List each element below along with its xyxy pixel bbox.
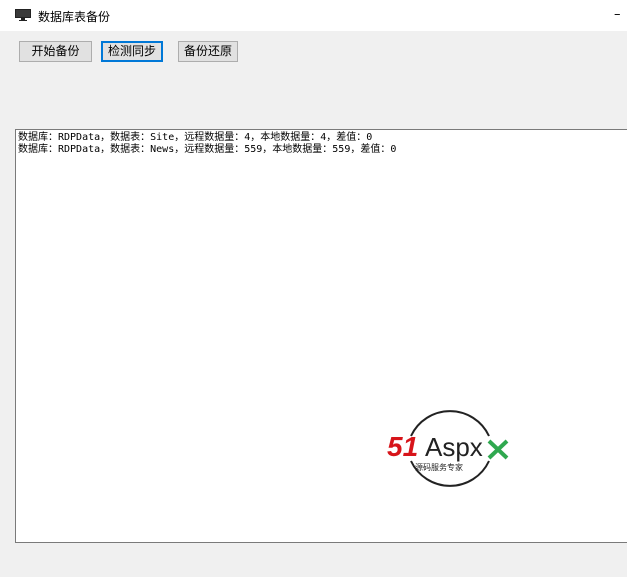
window-title: 数据库表备份 xyxy=(38,10,111,24)
app-window: 数据库表备份 – 开始备份 检测同步 备份还原 数据库：RDPData，数据表：… xyxy=(0,0,627,577)
log-line: 数据库：RDPData，数据表：Site，远程数据量：4，本地数据量：4，差值：… xyxy=(18,132,373,143)
logo-51-text: 51 xyxy=(387,431,418,462)
start-backup-button[interactable]: 开始备份 xyxy=(19,41,92,62)
logo-tagline: 源码服务专家 xyxy=(415,462,463,472)
restore-backup-button[interactable]: 备份还原 xyxy=(178,41,238,62)
window-bottom-edge xyxy=(0,567,627,577)
app-icon xyxy=(15,9,31,21)
log-line: 数据库：RDPData，数据表：News，远程数据量：559，本地数据量：559… xyxy=(18,144,397,155)
title-bar[interactable]: 数据库表备份 – xyxy=(0,0,627,32)
51aspx-watermark-logo: 51 Aspx 源码服务专家 xyxy=(387,410,509,487)
log-textbox[interactable]: 数据库：RDPData，数据表：Site，远程数据量：4，本地数据量：4，差值：… xyxy=(15,129,627,543)
minimize-button[interactable]: – xyxy=(614,2,627,28)
logo-aspx-text: Aspx xyxy=(425,432,483,462)
check-sync-button[interactable]: 检测同步 xyxy=(101,41,163,62)
